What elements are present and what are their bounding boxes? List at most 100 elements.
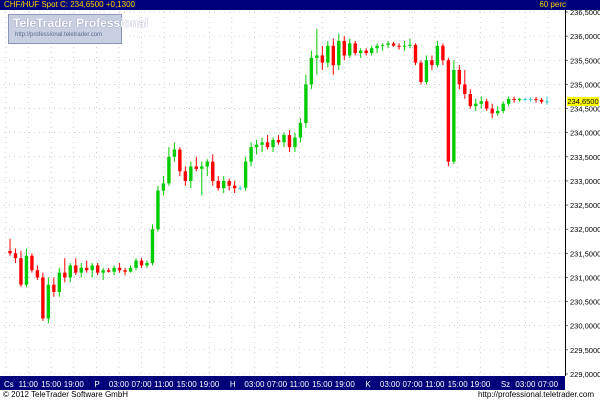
candle-body (243, 161, 248, 188)
candle-body (495, 110, 500, 114)
candle-body (85, 267, 89, 271)
candle-body (320, 55, 325, 63)
candle-body (485, 101, 489, 109)
candle-body (463, 84, 467, 95)
candle-body (386, 43, 390, 45)
candle-body (364, 50, 368, 54)
candle-body (117, 267, 122, 271)
x-tick-label: 11:00 (154, 380, 174, 389)
candle-body (474, 103, 478, 107)
y-tick-label: 231,0000 (570, 273, 600, 282)
candle-body (276, 139, 281, 143)
candle-body (358, 50, 363, 54)
candle-body (167, 156, 171, 184)
candle-body (90, 265, 94, 271)
y-tick-label: 236,0000 (570, 32, 600, 41)
copyright-text: © 2012 TeleTrader Software GmbH (3, 390, 129, 399)
candle-body (161, 183, 166, 191)
y-tick-label: 235,0000 (570, 80, 600, 89)
y-tick-label: 232,0000 (570, 225, 600, 234)
x-tick-label: 11:00 (19, 380, 39, 389)
y-tick-label: 229,0000 (570, 370, 600, 379)
candle-body (265, 142, 270, 148)
logo-title: TeleTrader Professional (13, 16, 149, 30)
last-price-badge: 234,6500 (567, 96, 599, 106)
candle-body (57, 272, 62, 292)
candle-body (139, 260, 144, 266)
interval-label[interactable]: 60 perc (539, 0, 566, 10)
candle-body (260, 142, 264, 145)
candle-body (435, 45, 440, 66)
x-tick-label: K (365, 380, 371, 389)
x-tick-label: 15:00 (312, 380, 333, 389)
candle-body (79, 267, 83, 273)
candle-body (46, 284, 51, 319)
candle-body (408, 44, 412, 46)
candle-body (271, 139, 275, 148)
x-tick-label: 03:00 (515, 380, 536, 389)
candle-body (517, 98, 522, 100)
chart-header: CHF/HUF Spot C: 234,6500 +0,1300 60 perc (0, 0, 600, 10)
candle-body (189, 166, 193, 181)
candle-body (326, 45, 330, 63)
candle-body (106, 270, 111, 272)
candle-body (8, 250, 12, 254)
footer: © 2012 TeleTrader Software GmbH http://p… (0, 390, 600, 400)
candle-body (249, 147, 253, 162)
candle-body (35, 270, 40, 278)
candle-body (222, 180, 226, 189)
candle-body (101, 270, 105, 273)
y-tick-label: 233,5000 (570, 153, 600, 162)
candle-body (178, 149, 182, 172)
candle-body (123, 270, 127, 272)
candle-body (490, 108, 494, 114)
candle-body (501, 103, 505, 111)
x-tick-label: P (94, 380, 99, 389)
x-tick-label: 19:00 (64, 380, 85, 389)
candle-body (430, 60, 434, 66)
candle-body (74, 265, 78, 273)
x-tick-label: 19:00 (335, 380, 356, 389)
y-tick-label: 232,5000 (570, 201, 600, 210)
candle-body (534, 98, 538, 100)
candle-body (287, 135, 292, 148)
candle-body (156, 190, 160, 230)
candle-body (13, 253, 18, 259)
logo-url: http://professional.teletrader.com (15, 32, 103, 38)
candle-body (315, 55, 319, 58)
candle-body (194, 166, 199, 169)
x-tick-label: 11:00 (425, 380, 445, 389)
candle-body (293, 137, 297, 148)
x-tick-label: 07:00 (403, 380, 424, 389)
y-tick-label: 235,5000 (570, 56, 600, 65)
candle-body (402, 45, 407, 47)
candle-body (452, 69, 456, 162)
candle-body (397, 45, 401, 47)
candle-body (539, 99, 544, 102)
y-tick-label: 230,5000 (570, 298, 600, 307)
candle-body (282, 135, 286, 143)
candle-body (183, 171, 188, 181)
candle-body (512, 98, 516, 100)
x-tick-label: Sz (501, 380, 510, 389)
candle-body (41, 277, 45, 319)
candle-body (19, 258, 23, 285)
candle-body (528, 98, 533, 100)
x-tick-label: H (230, 380, 236, 389)
x-tick-label: 07:00 (267, 380, 288, 389)
x-tick-label: 15:00 (41, 380, 62, 389)
candle-body (254, 144, 259, 148)
candle-body (413, 44, 418, 63)
candle-body (353, 43, 357, 54)
candle-body (298, 123, 303, 138)
candle-body (337, 40, 341, 66)
candle-body (68, 265, 72, 278)
y-tick-label: 233,0000 (570, 177, 600, 186)
candle-body (348, 43, 352, 56)
x-tick-label: 15:00 (448, 380, 469, 389)
candle-body (506, 98, 511, 104)
candle-body (238, 187, 242, 189)
candle-body (457, 69, 462, 85)
footer-url[interactable]: http://professional.teletrader.com (478, 390, 594, 400)
candle-body (63, 272, 67, 278)
